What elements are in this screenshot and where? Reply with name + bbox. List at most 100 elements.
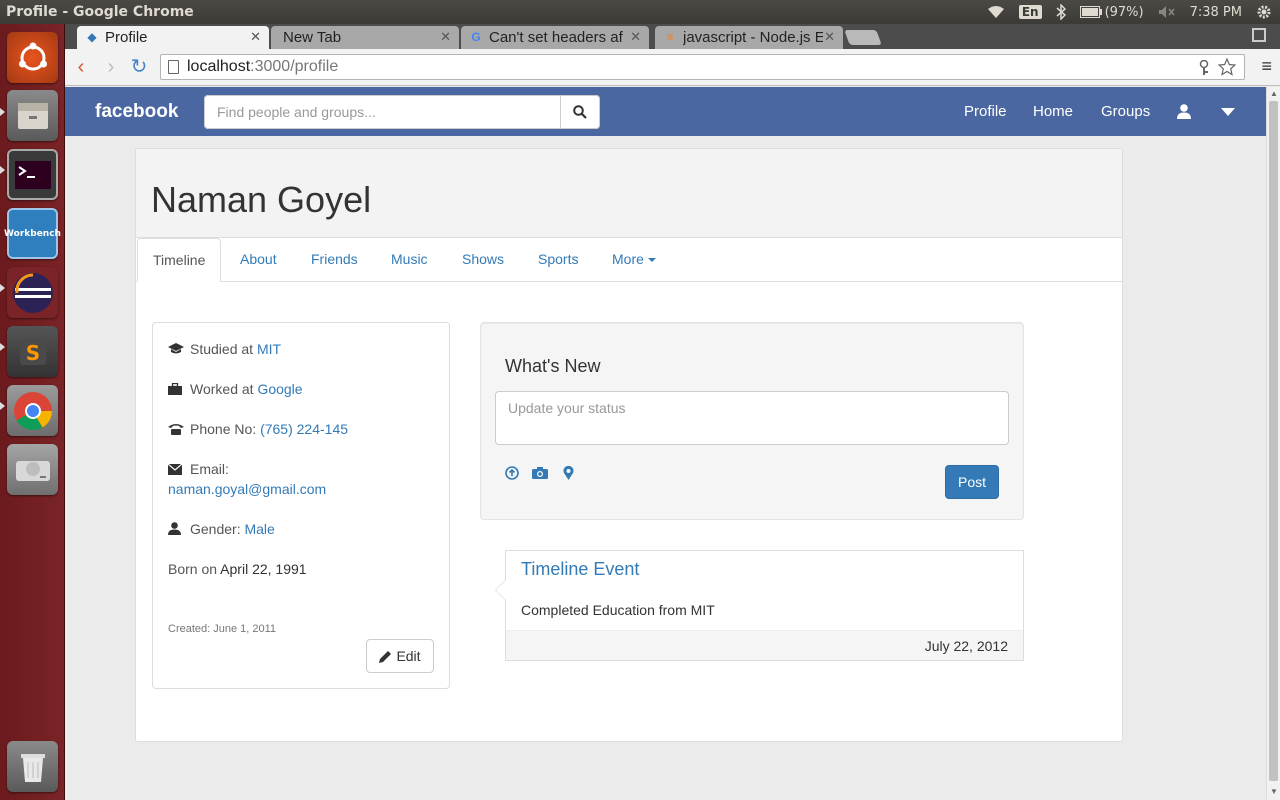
search-button[interactable] xyxy=(560,95,600,129)
brand-logo[interactable]: facebook xyxy=(95,101,178,123)
search-input[interactable] xyxy=(204,95,561,129)
browser-tab-profile[interactable]: ◆ Profile ✕ xyxy=(77,26,269,49)
graduation-cap-icon xyxy=(168,343,184,354)
profile-container: Naman Goyel Timeline About Friends Music… xyxy=(135,148,1123,742)
tab-music[interactable]: Music xyxy=(391,251,428,267)
whats-new-title: What's New xyxy=(505,356,601,376)
page-scrollbar[interactable]: ▲ ▼ xyxy=(1266,87,1280,800)
nav-link-profile[interactable]: Profile xyxy=(964,103,1007,120)
tab-sports[interactable]: Sports xyxy=(538,251,578,267)
map-marker-icon[interactable] xyxy=(563,466,574,480)
timeline-event-date: July 22, 2012 xyxy=(924,638,1008,654)
gender-label: Gender: xyxy=(190,521,241,537)
forward-button[interactable]: › xyxy=(99,55,123,79)
terminal-icon[interactable] xyxy=(7,149,58,200)
info-gender: Gender: Male xyxy=(168,521,275,538)
dropdown-caret-icon[interactable] xyxy=(1221,108,1235,116)
clock[interactable]: 7:38 PM xyxy=(1190,5,1242,20)
phone-label: Phone No: xyxy=(190,421,257,437)
ubuntu-dash-icon[interactable] xyxy=(7,32,58,83)
envelope-icon xyxy=(167,463,183,475)
chrome-menu-icon[interactable]: ≡ xyxy=(1261,57,1272,75)
keyboard-language-indicator[interactable]: En xyxy=(1018,5,1042,19)
browser-tab-new-tab[interactable]: New Tab ✕ xyxy=(271,26,459,49)
nav-link-home[interactable]: Home xyxy=(1033,103,1073,120)
status-input[interactable] xyxy=(495,391,1009,445)
created-date: Created: June 1, 2011 xyxy=(168,623,277,635)
bluetooth-icon[interactable] xyxy=(1056,4,1066,20)
browser-toolbar: ‹ › ↻ localhost:3000/profile ≡ xyxy=(65,49,1280,86)
caret-down-icon xyxy=(647,258,656,263)
tab-label: New Tab xyxy=(283,29,342,46)
system-top-panel: Profile - Google Chrome En (97%) 7:38 PM xyxy=(0,0,1280,24)
launcher-arrow xyxy=(0,402,5,410)
studied-link[interactable]: MIT xyxy=(257,341,281,357)
google-favicon-icon: G xyxy=(471,30,481,44)
profile-tabs: Timeline About Friends Music Shows Sport… xyxy=(136,238,1122,282)
battery-indicator[interactable]: (97%) xyxy=(1079,5,1144,20)
tab-about[interactable]: About xyxy=(240,251,277,267)
window-title: Profile - Google Chrome xyxy=(6,4,194,20)
scrollbar-thumb[interactable] xyxy=(1269,101,1278,781)
edit-button[interactable]: Edit xyxy=(366,639,434,673)
mysql-workbench-icon[interactable]: Workbench xyxy=(4,208,61,259)
worked-label: Worked at xyxy=(190,381,254,397)
info-education: Studied at MIT xyxy=(168,341,281,358)
launcher-arrow xyxy=(0,108,5,116)
close-tab-icon[interactable]: ✕ xyxy=(630,29,641,45)
browser-tab-stackoverflow[interactable]: ≡ javascript - Node.js E ✕ xyxy=(655,26,843,49)
worked-link[interactable]: Google xyxy=(257,381,302,397)
phone-link[interactable]: (765) 224-145 xyxy=(260,421,348,437)
browser-tab-google[interactable]: G Can't set headers af ✕ xyxy=(461,26,649,49)
email-link[interactable]: naman.goyal@gmail.com xyxy=(168,481,326,497)
close-tab-icon[interactable]: ✕ xyxy=(440,29,451,45)
window-restore-icon[interactable] xyxy=(1252,28,1266,42)
battery-icon xyxy=(1079,6,1102,18)
sublime-text-icon[interactable]: S xyxy=(7,326,58,377)
tab-timeline[interactable]: Timeline xyxy=(137,238,222,282)
info-work: Worked at Google xyxy=(168,381,303,398)
born-value: April 22, 1991 xyxy=(220,561,307,577)
new-tab-button[interactable] xyxy=(844,30,882,45)
upload-icon[interactable] xyxy=(505,466,519,480)
key-icon[interactable] xyxy=(1198,60,1210,76)
edit-label: Edit xyxy=(396,648,421,664)
scroll-down-arrow-icon[interactable]: ▼ xyxy=(1270,787,1278,796)
tab-more-dropdown[interactable]: More xyxy=(612,251,656,267)
born-label: Born on xyxy=(168,561,218,577)
reload-button[interactable]: ↻ xyxy=(127,55,151,79)
phone-icon xyxy=(168,424,184,435)
launcher-arrow xyxy=(0,284,5,292)
scroll-up-arrow-icon[interactable]: ▲ xyxy=(1270,89,1278,98)
close-tab-icon[interactable]: ✕ xyxy=(250,29,261,45)
system-indicators: En (97%) 7:38 PM xyxy=(987,4,1280,20)
disk-drive-icon[interactable] xyxy=(7,444,58,495)
tab-label: Profile xyxy=(105,29,148,46)
close-tab-icon[interactable]: ✕ xyxy=(824,29,835,45)
timeline-event-card: Timeline Event Completed Education from … xyxy=(495,550,1024,661)
tab-shows[interactable]: Shows xyxy=(462,251,504,267)
user-icon[interactable] xyxy=(1177,104,1191,119)
wifi-icon[interactable] xyxy=(987,5,1005,19)
tab-friends[interactable]: Friends xyxy=(311,251,358,267)
eclipse-icon[interactable] xyxy=(7,267,58,318)
back-button[interactable]: ‹ xyxy=(69,55,93,79)
address-bar[interactable]: localhost:3000/profile xyxy=(160,54,1245,80)
settings-gear-icon[interactable] xyxy=(1256,4,1272,20)
post-button[interactable]: Post xyxy=(945,465,999,499)
trash-icon[interactable] xyxy=(7,741,58,792)
gender-link[interactable]: Male xyxy=(244,521,274,537)
timeline-pointer-inner xyxy=(496,580,506,600)
files-icon[interactable] xyxy=(7,90,58,141)
nav-link-groups[interactable]: Groups xyxy=(1101,103,1150,120)
search-icon xyxy=(573,105,587,119)
chrome-icon[interactable] xyxy=(7,385,58,436)
info-email: Email: xyxy=(167,461,229,478)
camera-icon[interactable] xyxy=(532,466,548,480)
whats-new-panel: What's New Post xyxy=(480,322,1024,520)
bookmark-star-icon[interactable] xyxy=(1218,58,1236,76)
timeline-event-body: Completed Education from MIT xyxy=(521,602,715,618)
page-icon xyxy=(168,60,179,74)
timeline-event-title[interactable]: Timeline Event xyxy=(521,559,639,580)
volume-muted-icon[interactable] xyxy=(1158,5,1176,19)
